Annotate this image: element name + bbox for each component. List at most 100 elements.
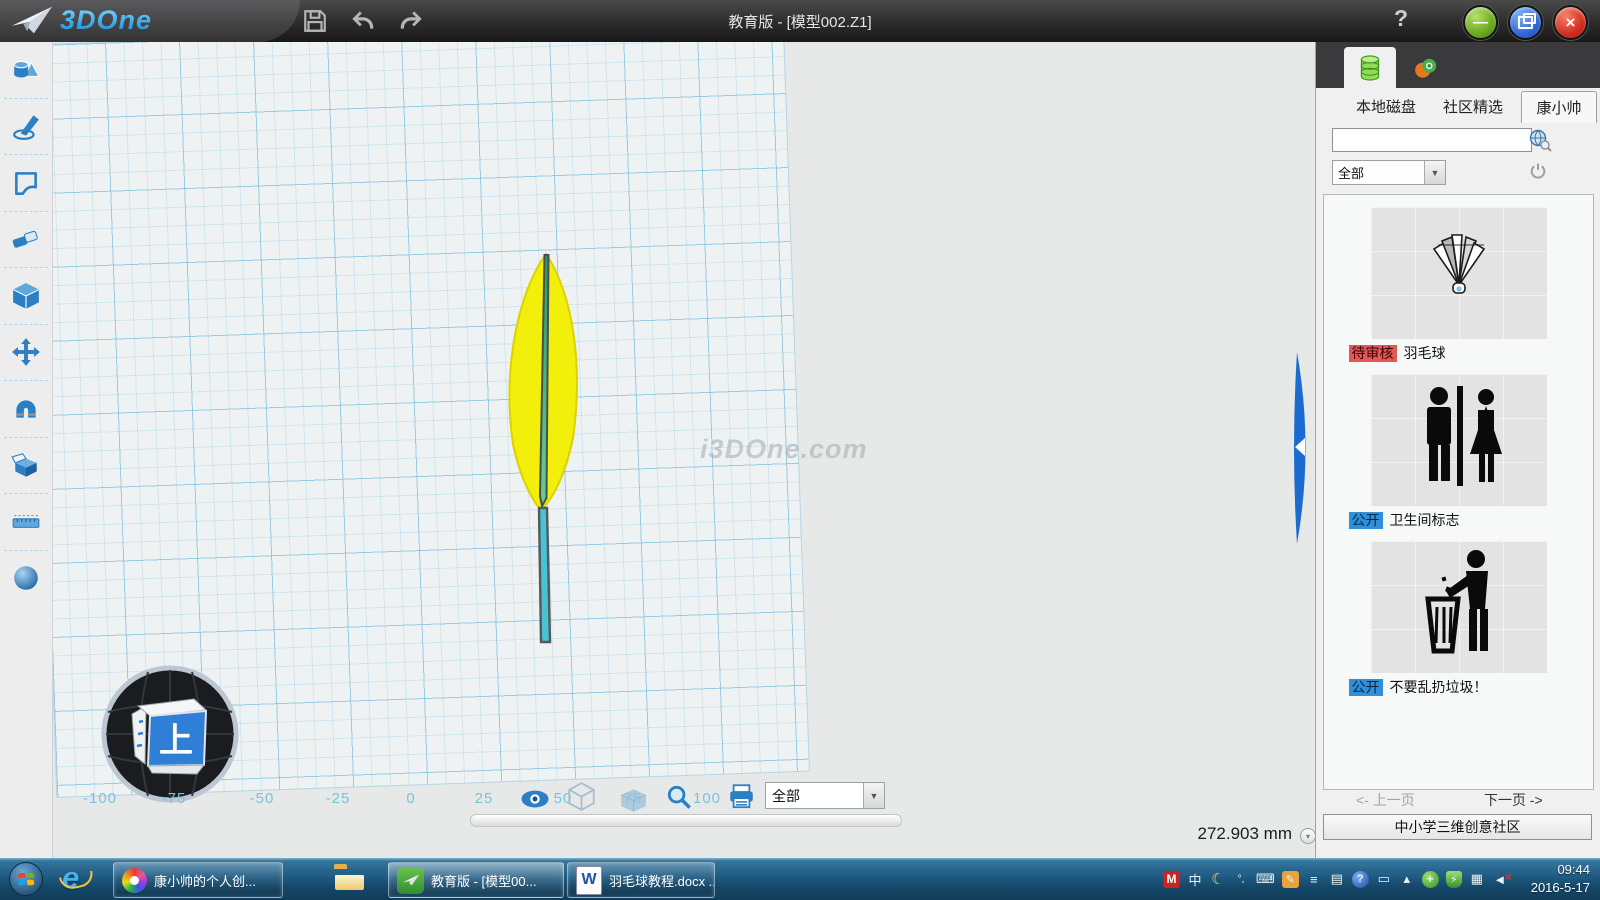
- model-card[interactable]: 待审核 羽毛球: [1339, 207, 1579, 362]
- view-cube[interactable]: 上: [96, 660, 244, 808]
- app-window: 3DOne 教育版 - [模型002.Z1] ? —: [0, 0, 1600, 900]
- tool-solid-edit[interactable]: [4, 268, 48, 325]
- status-badge: 公开: [1349, 512, 1383, 529]
- print-icon[interactable]: [728, 784, 755, 809]
- tool-material[interactable]: [4, 551, 48, 607]
- notepad-icon[interactable]: ▤: [1329, 871, 1345, 888]
- viewcube-face-label: 上: [159, 722, 193, 760]
- watermark: i3DOne.com: [700, 434, 868, 465]
- zoom-magnifier-icon[interactable]: [666, 784, 692, 810]
- taskbar-button-3done[interactable]: 教育版 - [模型00...: [388, 862, 564, 898]
- taskbar-button-browser[interactable]: 康小帅的个人创...: [113, 862, 283, 898]
- community-panel: 本地磁盘 社区精选 康小帅 全部 ▼: [1315, 42, 1600, 858]
- canvas-filter-dropdown[interactable]: 全部 ▼: [765, 782, 885, 809]
- open-box-icon: [11, 450, 41, 480]
- category-value: 全部: [1333, 163, 1424, 182]
- taskbar-clock[interactable]: 09:44 2016-5-17: [1531, 861, 1590, 896]
- minimize-button[interactable]: —: [1463, 5, 1498, 40]
- community-site-button[interactable]: 中小学三维创意社区: [1323, 814, 1592, 840]
- close-icon: ×: [1566, 13, 1576, 33]
- window-restore-tray-icon[interactable]: ▭: [1376, 871, 1392, 888]
- model-card[interactable]: 公开 不要乱扔垃圾！: [1339, 541, 1579, 696]
- thumbnail-shuttlecock[interactable]: [1371, 207, 1547, 339]
- canvas-filter-value: 全部: [766, 786, 863, 806]
- thumbnail-restroom-sign[interactable]: [1371, 374, 1547, 506]
- status-badge: 待审核: [1349, 345, 1397, 362]
- tab-resource-library[interactable]: [1344, 47, 1396, 88]
- primitives-icon: [11, 55, 41, 85]
- tool-move[interactable]: [4, 325, 48, 382]
- ruler-mark: -100: [83, 790, 117, 807]
- ime-punctuation-icon[interactable]: °,: [1233, 871, 1249, 888]
- move-arrows-icon: [11, 337, 41, 367]
- tab-community[interactable]: [1400, 47, 1452, 88]
- help-tray-icon[interactable]: ?: [1352, 871, 1369, 888]
- next-page-link[interactable]: 下一页 ->: [1484, 790, 1543, 810]
- close-button[interactable]: ×: [1553, 5, 1588, 40]
- ruler-mark: 100: [693, 790, 721, 807]
- panel-text-tabs: 本地磁盘 社区精选 康小帅: [1316, 88, 1600, 122]
- ruler-mark: -25: [326, 790, 351, 807]
- window-title: 教育版 - [模型002.Z1]: [0, 11, 1600, 32]
- restore-button[interactable]: [1508, 5, 1543, 40]
- cube-icon: [11, 281, 41, 311]
- chevron-down-icon: ▼: [863, 783, 884, 808]
- minimize-icon: —: [1473, 14, 1488, 31]
- sogou-m-icon[interactable]: M: [1163, 871, 1180, 888]
- search-input[interactable]: [1332, 128, 1532, 152]
- status-badge: 公开: [1349, 679, 1383, 696]
- thumbnail-no-littering[interactable]: [1371, 541, 1547, 673]
- taskbar-button-word[interactable]: W 羽毛球教程.docx ...: [567, 862, 715, 898]
- internet-explorer-icon[interactable]: e: [62, 860, 79, 896]
- start-button[interactable]: [8, 861, 44, 897]
- wireframe-cube-icon[interactable]: [568, 782, 595, 811]
- restore-icon: [1518, 16, 1533, 29]
- pinwheel-browser-icon: [122, 868, 147, 893]
- show-hidden-icons[interactable]: ▴: [1399, 871, 1415, 888]
- tab-featured[interactable]: 社区精选: [1443, 96, 1503, 117]
- tool-sketch[interactable]: [4, 99, 48, 156]
- left-toolbar: [0, 42, 53, 858]
- measurement-readout: 272.903 mm: [1092, 824, 1292, 844]
- sketch-plane-icon: [11, 168, 41, 198]
- doc-search-icon[interactable]: ≡: [1306, 871, 1322, 888]
- model-feather[interactable]: [480, 200, 610, 650]
- antivirus-plus-icon[interactable]: +: [1422, 871, 1439, 888]
- ime-chinese-icon[interactable]: 中: [1187, 871, 1203, 888]
- tool-sketch-plane[interactable]: [4, 155, 48, 212]
- ime-moon-icon[interactable]: ☾: [1210, 871, 1226, 888]
- panel-tabstrip: [1316, 42, 1600, 88]
- tool-eraser[interactable]: [4, 212, 48, 269]
- tool-magnet[interactable]: [4, 381, 48, 438]
- web-search-icon[interactable]: [1528, 128, 1552, 152]
- pagination: <- 上一页 下一页 ->: [1316, 790, 1600, 812]
- windows-taskbar: e 康小帅的个人创... 教育版 - [模型00... W 羽毛球教程.docx…: [0, 858, 1600, 900]
- security-shield-icon[interactable]: ⚡: [1446, 871, 1462, 888]
- ime-toolbox-icon[interactable]: ✎: [1282, 871, 1299, 888]
- category-dropdown[interactable]: 全部 ▼: [1332, 160, 1446, 185]
- ruler-mark: -50: [250, 790, 275, 807]
- help-button[interactable]: ?: [1388, 5, 1414, 32]
- volume-muted-icon[interactable]: ◄: [1492, 871, 1508, 888]
- horizontal-scrollbar[interactable]: [470, 814, 902, 827]
- shaded-cube-icon[interactable]: [620, 788, 647, 813]
- prev-page-link[interactable]: <- 上一页: [1356, 790, 1415, 810]
- viewport[interactable]: i3DOne.com: [52, 42, 1315, 858]
- tool-combine[interactable]: [4, 438, 48, 495]
- power-icon[interactable]: [1529, 162, 1547, 180]
- tool-primitives[interactable]: [4, 42, 48, 99]
- tab-local-disk[interactable]: 本地磁盘: [1356, 96, 1416, 117]
- network-tray-icon[interactable]: ▦: [1469, 871, 1485, 888]
- model-card-list: 待审核 羽毛球: [1323, 194, 1594, 790]
- measurement-toggle-icon[interactable]: ▾: [1300, 828, 1315, 844]
- titlebar: 3DOne 教育版 - [模型002.Z1] ? —: [0, 0, 1600, 42]
- tool-measure[interactable]: [4, 494, 48, 551]
- visibility-eye-icon[interactable]: [520, 790, 550, 808]
- model-card[interactable]: 公开 卫生间标志: [1339, 374, 1579, 529]
- sketch-pen-icon: [11, 111, 41, 141]
- taskbar-button-label: 羽毛球教程.docx ...: [609, 871, 715, 890]
- tab-user[interactable]: 康小帅: [1521, 91, 1597, 123]
- soft-keyboard-icon[interactable]: ⌨: [1256, 871, 1275, 888]
- panel-collapse-handle[interactable]: [1288, 350, 1314, 546]
- ruler-mark: -75: [162, 790, 187, 807]
